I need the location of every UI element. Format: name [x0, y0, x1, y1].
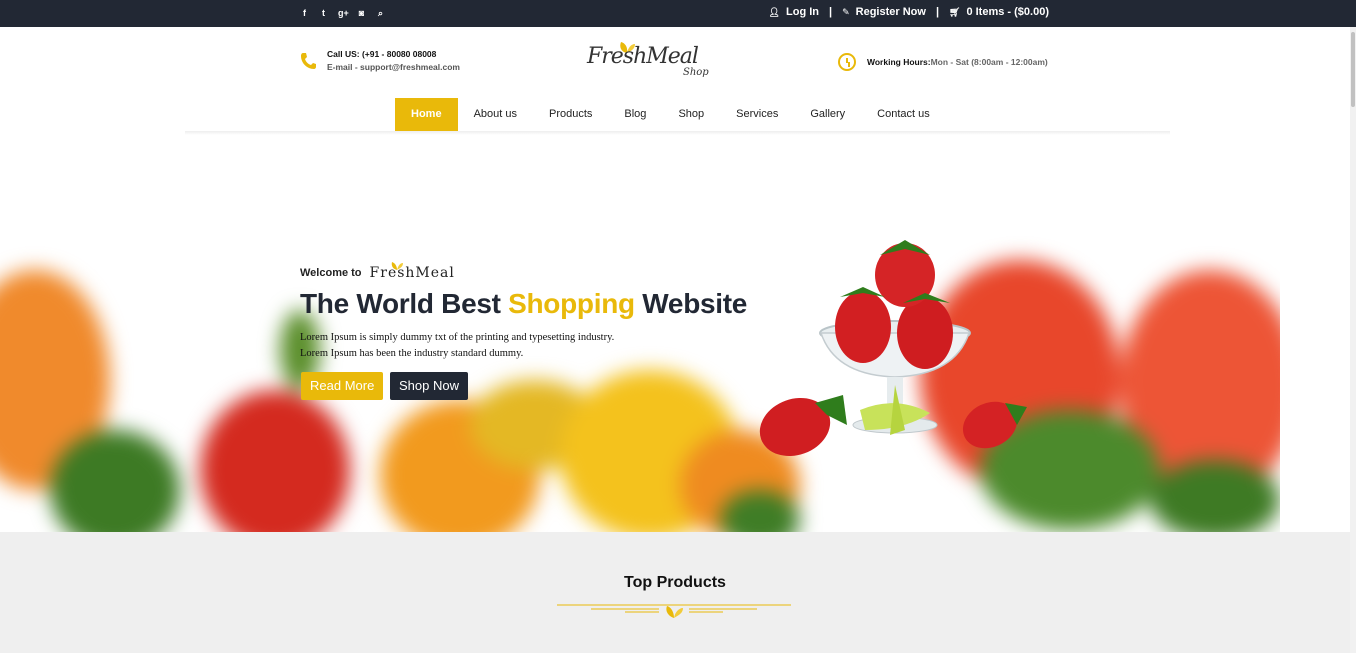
logo[interactable]: FreshMeal Shop	[585, 40, 715, 84]
brand-text: FreshMeal	[369, 262, 455, 281]
hero-headline: The World Best Shopping Website	[300, 288, 747, 320]
headline-highlight: Shopping	[508, 288, 635, 319]
working-hours: Working Hours: Mon - Sat (8:00am - 12:00…	[838, 53, 1048, 71]
brand-name: FreshMeal	[369, 265, 455, 281]
cart-link[interactable]: 0 Items - ($0.00)	[966, 6, 1049, 18]
nav-shop[interactable]: Shop	[662, 98, 720, 131]
headline-end: Website	[642, 288, 748, 319]
section-title: Top Products	[624, 574, 726, 591]
nav-home[interactable]: Home	[395, 98, 458, 131]
social-links: f t g+ ◙ ⌕	[300, 7, 385, 19]
nav-services[interactable]: Services	[720, 98, 794, 131]
read-more-button[interactable]: Read More	[301, 372, 384, 400]
headline-start: The World Best	[300, 288, 501, 319]
login-link[interactable]: Log In	[786, 6, 819, 18]
twitter-icon[interactable]: t	[319, 7, 328, 19]
hours-value: Mon - Sat (8:00am - 12:00am)	[930, 57, 1048, 67]
nav-products[interactable]: Products	[533, 98, 608, 131]
call-us-text: Call US: (+91 - 80080 08008	[327, 49, 437, 59]
nav-about[interactable]: About us	[458, 98, 533, 131]
hero-description: Lorem Ipsum is simply dummy txt of the p…	[300, 330, 614, 362]
email-text[interactable]: E-mail - support@freshmeal.com	[327, 61, 460, 74]
desc-line-2: Lorem Ipsum has been the industry standa…	[300, 348, 524, 359]
google-plus-icon[interactable]: g+	[338, 7, 349, 19]
leaf-icon	[391, 262, 403, 270]
scrollbar[interactable]	[1350, 27, 1356, 653]
shop-now-button[interactable]: Shop Now	[390, 372, 468, 400]
top-products-section: Top Products	[0, 532, 1350, 653]
contact-info: Call US: (+91 - 80080 08008 E-mail - sup…	[300, 48, 460, 74]
clock-icon	[838, 53, 856, 71]
phone-icon	[301, 53, 316, 69]
hours-label: Working Hours:	[867, 57, 931, 67]
nav-divider	[185, 131, 1170, 135]
hero-background-image	[0, 230, 1280, 532]
nav-contact[interactable]: Contact us	[861, 98, 946, 131]
separator: |	[829, 6, 833, 18]
instagram-icon[interactable]: ◙	[357, 7, 366, 19]
title-divider-ornament	[557, 604, 791, 618]
account-links: 👤︎ Log In | ✎ Register Now | 🛒︎ 0 Items …	[769, 6, 1049, 18]
top-bar: f t g+ ◙ ⌕ 👤︎ Log In | ✎ Register Now | …	[0, 0, 1356, 27]
register-link[interactable]: Register Now	[856, 6, 926, 18]
logo-text: FreshMeal	[587, 44, 699, 69]
main-nav: Home About us Products Blog Shop Service…	[395, 98, 946, 131]
hero-banner	[0, 230, 1280, 532]
logo-subtext: Shop	[683, 67, 709, 78]
search-icon[interactable]: ⌕	[376, 7, 385, 19]
strawberry-bowl-image	[759, 240, 1027, 457]
user-icon: 👤︎	[768, 6, 781, 17]
hero-welcome: Welcome to FreshMeal	[300, 262, 455, 281]
cart-icon: 🛒︎	[949, 6, 961, 17]
nav-gallery[interactable]: Gallery	[794, 98, 861, 131]
separator: |	[935, 6, 940, 18]
desc-line-1: Lorem Ipsum is simply dummy txt of the p…	[300, 332, 615, 343]
facebook-icon[interactable]: f	[300, 7, 309, 19]
scrollbar-thumb[interactable]	[1351, 32, 1355, 107]
welcome-text: Welcome to	[300, 267, 362, 279]
nav-blog[interactable]: Blog	[608, 98, 662, 131]
edit-icon: ✎	[842, 6, 850, 17]
